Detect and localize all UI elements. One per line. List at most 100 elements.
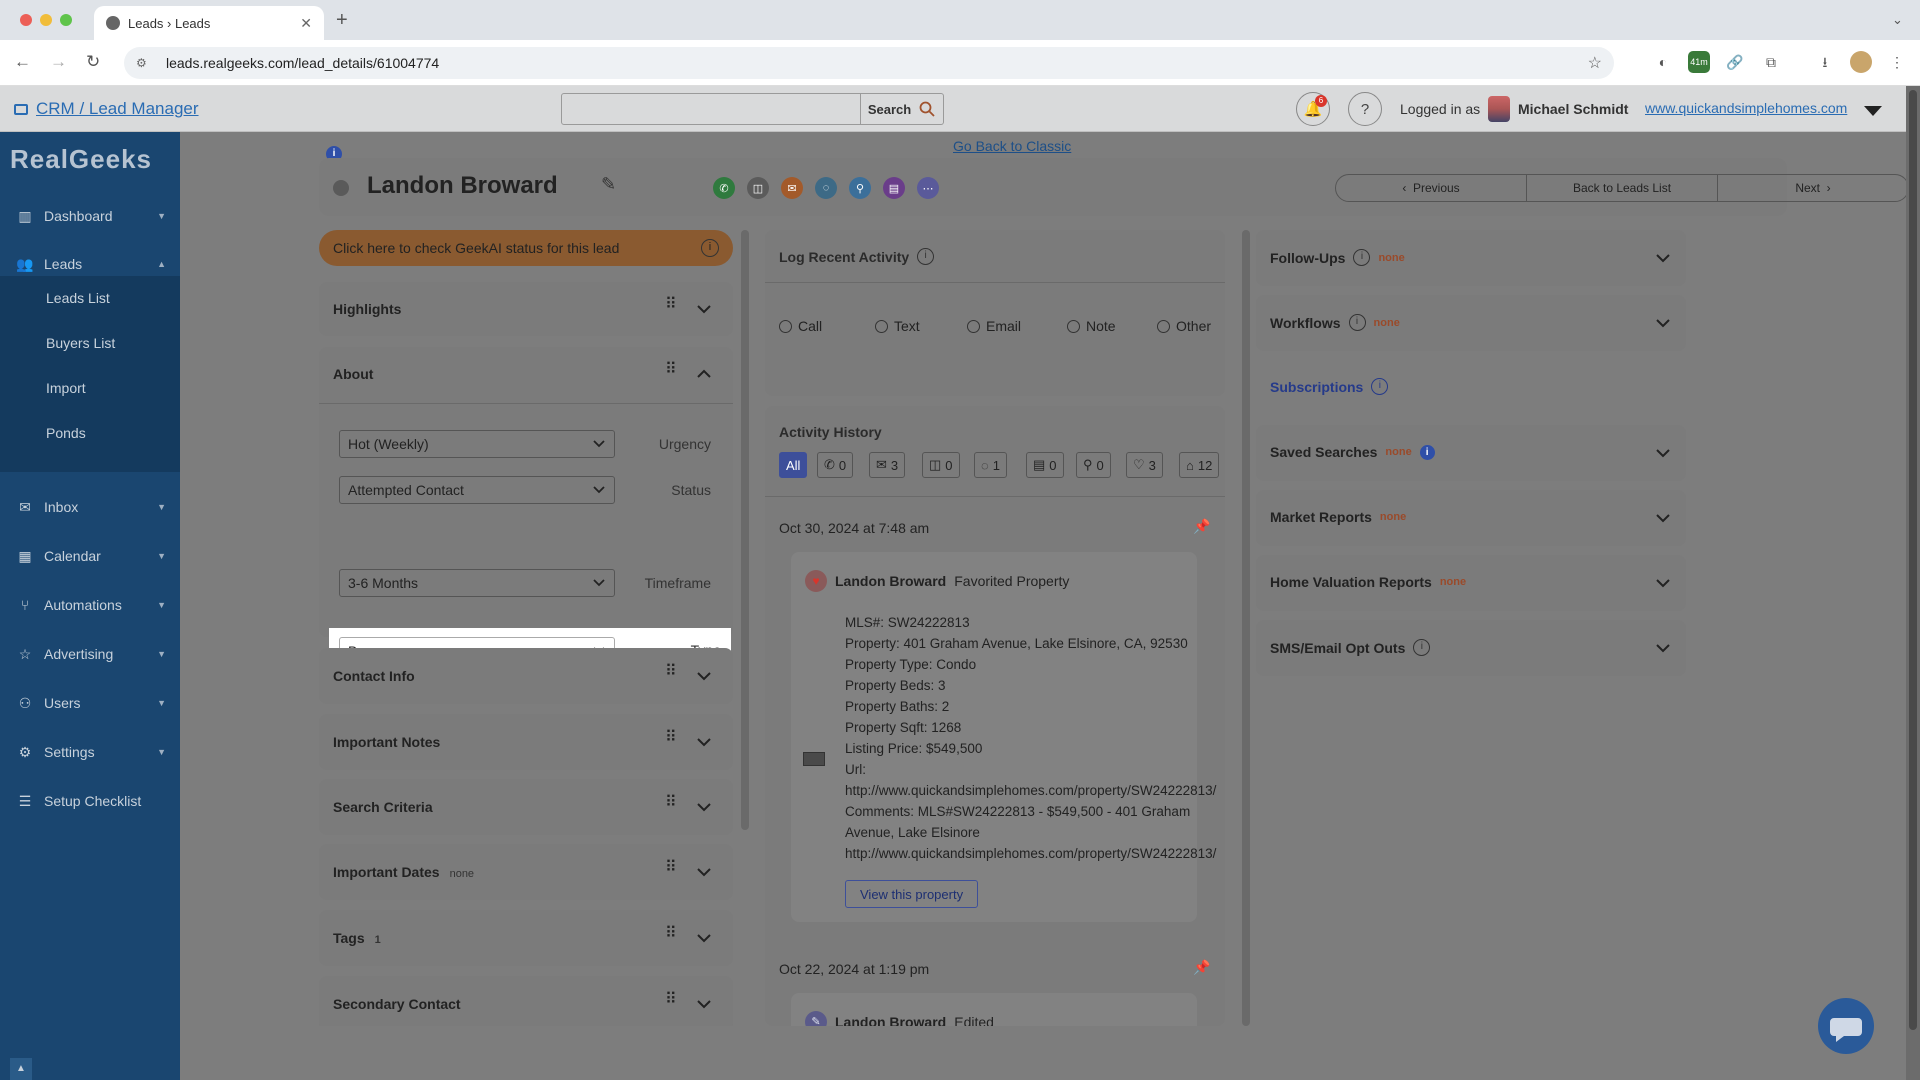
- filter-favorites[interactable]: ♡ 3: [1126, 452, 1163, 478]
- call-icon[interactable]: ✆: [713, 177, 735, 199]
- account-menu-caret-icon[interactable]: [1864, 106, 1882, 116]
- filter-emails[interactable]: ✉ 3: [869, 452, 906, 478]
- sidebar-item-users[interactable]: ⚇ Users ▼: [0, 679, 180, 727]
- info-icon[interactable]: i: [1371, 378, 1389, 395]
- link-extension-icon[interactable]: 🔗: [1724, 51, 1746, 73]
- go-back-to-classic-link[interactable]: Go Back to Classic: [953, 138, 1071, 154]
- chevron-down-icon[interactable]: [695, 798, 713, 816]
- chat-icon[interactable]: ◌: [815, 177, 837, 199]
- support-chat-button[interactable]: [1818, 998, 1874, 1054]
- sidebar-subitem-import[interactable]: Import: [46, 380, 86, 396]
- chevron-down-icon[interactable]: [1654, 574, 1672, 592]
- forward-arrow-icon[interactable]: →: [50, 52, 67, 72]
- radio-button[interactable]: [1067, 319, 1080, 333]
- sidebar-item-settings[interactable]: ⚙ Settings ▼: [0, 728, 180, 776]
- bookmark-star-icon[interactable]: ☆: [1588, 53, 1602, 73]
- chevron-down-icon[interactable]: [1654, 314, 1672, 332]
- sidebar-subitem-buyers-list[interactable]: Buyers List: [46, 335, 115, 351]
- sms-icon[interactable]: ◫: [747, 177, 769, 199]
- sidebar-item-advertising[interactable]: ☆ Advertising ▼: [0, 630, 180, 678]
- drag-handle-icon[interactable]: ⠿: [665, 362, 679, 385]
- important-notes-section[interactable]: Important Notes ⠿: [319, 714, 733, 770]
- search-property-icon[interactable]: ⚲: [849, 177, 871, 199]
- activity-scrollbar[interactable]: [1242, 230, 1250, 1026]
- view-property-button[interactable]: View this property: [845, 880, 979, 908]
- collapse-sidebar-button[interactable]: ▲: [10, 1058, 32, 1080]
- back-arrow-icon[interactable]: ←: [14, 52, 31, 72]
- contact-info-section[interactable]: Contact Info ⠿: [319, 648, 733, 704]
- chevron-down-icon[interactable]: [695, 863, 713, 881]
- filter-calls[interactable]: ✆ 0: [817, 452, 854, 478]
- workflows-section[interactable]: Workflows i none: [1256, 295, 1686, 351]
- tags-section[interactable]: Tags 1 ⠿: [319, 910, 733, 966]
- filter-documents[interactable]: ▤ 0: [1026, 452, 1064, 478]
- global-search-input[interactable]: [561, 93, 861, 125]
- radio-button[interactable]: [779, 319, 792, 333]
- market-reports-section[interactable]: Market Reports none: [1256, 490, 1686, 546]
- edit-lead-pencil-icon[interactable]: ✎: [601, 174, 616, 195]
- info-icon[interactable]: i: [1413, 639, 1431, 656]
- sidebar-item-calendar[interactable]: ▦ Calendar ▼: [0, 532, 180, 580]
- search-button[interactable]: Search: [860, 93, 944, 125]
- chevron-up-icon[interactable]: [695, 365, 713, 383]
- extension-timer-icon[interactable]: 41m: [1688, 51, 1710, 73]
- radio-button[interactable]: [967, 319, 980, 333]
- sidebar-item-setup-checklist[interactable]: ☰ Setup Checklist: [0, 777, 180, 825]
- minimize-window-button[interactable]: [40, 14, 52, 26]
- timeframe-select[interactable]: 3-6 Months: [339, 569, 615, 597]
- drag-handle-icon[interactable]: ⠿: [665, 297, 679, 320]
- sidebar-item-automations[interactable]: ⑂ Automations ▼: [0, 581, 180, 629]
- info-icon[interactable]: i: [701, 239, 719, 257]
- secondary-contact-section[interactable]: Secondary Contact ⠿: [319, 976, 733, 1026]
- page-scrollbar[interactable]: [1906, 86, 1920, 1080]
- download-icon[interactable]: ⭳: [1814, 51, 1836, 73]
- filter-texts[interactable]: ◫ 0: [922, 452, 960, 478]
- log-option-note[interactable]: Note: [1067, 318, 1116, 334]
- saved-searches-section[interactable]: Saved Searches none i: [1256, 425, 1686, 481]
- chevron-down-icon[interactable]: [1654, 509, 1672, 527]
- info-icon[interactable]: i: [1419, 444, 1435, 460]
- chevron-down-icon[interactable]: [1654, 639, 1672, 657]
- chevron-down-icon[interactable]: [695, 733, 713, 751]
- drag-handle-icon[interactable]: ⠿: [665, 860, 679, 883]
- more-actions-icon[interactable]: ⋯: [917, 177, 939, 199]
- tab-list-chevron-icon[interactable]: ⌄: [1892, 12, 1903, 28]
- profile-avatar[interactable]: [1850, 51, 1872, 73]
- drag-handle-icon[interactable]: ⠿: [665, 926, 679, 949]
- sidebar-subitem-leads-list[interactable]: Leads List: [46, 290, 110, 306]
- page-scrollbar-thumb[interactable]: [1909, 90, 1917, 1030]
- status-select[interactable]: Attempted Contact: [339, 476, 615, 504]
- close-tab-icon[interactable]: ✕: [300, 15, 312, 32]
- maximize-window-button[interactable]: [60, 14, 72, 26]
- browser-menu-icon[interactable]: ⋮: [1886, 51, 1908, 73]
- filter-searches[interactable]: ⚲ 0: [1076, 452, 1111, 478]
- reload-icon[interactable]: ↻: [86, 52, 100, 72]
- home-valuation-reports-section[interactable]: Home Valuation Reports none: [1256, 555, 1686, 611]
- drag-handle-icon[interactable]: ⠿: [665, 730, 679, 753]
- pin-icon[interactable]: 📌: [1193, 959, 1210, 976]
- radio-button[interactable]: [875, 319, 888, 333]
- drag-handle-icon[interactable]: ⠿: [665, 795, 679, 818]
- log-option-other[interactable]: Other: [1157, 318, 1211, 334]
- chevron-down-icon[interactable]: [1654, 249, 1672, 267]
- info-icon[interactable]: i: [917, 248, 935, 265]
- radio-button[interactable]: [1157, 319, 1170, 333]
- email-icon[interactable]: ✉: [781, 177, 803, 199]
- info-icon[interactable]: i: [1348, 314, 1366, 331]
- site-info-icon[interactable]: ⚙: [136, 56, 152, 70]
- search-criteria-section[interactable]: Search Criteria ⠿: [319, 779, 733, 835]
- filter-notes[interactable]: ◌ 1: [974, 452, 1007, 478]
- new-tab-button[interactable]: +: [336, 9, 348, 32]
- back-to-leads-list-button[interactable]: Back to Leads List: [1527, 175, 1718, 201]
- next-lead-button[interactable]: Next ›: [1718, 175, 1908, 201]
- log-option-text[interactable]: Text: [875, 318, 920, 334]
- info-icon[interactable]: i: [1353, 249, 1371, 266]
- chevron-down-icon[interactable]: [695, 300, 713, 318]
- subscriptions-link[interactable]: Subscriptions i: [1270, 378, 1389, 395]
- important-dates-section[interactable]: Important Dates none ⠿: [319, 844, 733, 900]
- chevron-down-icon[interactable]: [695, 995, 713, 1013]
- previous-lead-button[interactable]: ‹ Previous: [1336, 175, 1527, 201]
- chevron-down-icon[interactable]: [695, 929, 713, 947]
- sms-email-opt-outs-section[interactable]: SMS/Email Opt Outs i: [1256, 620, 1686, 676]
- address-bar[interactable]: ⚙ leads.realgeeks.com/lead_details/61004…: [124, 47, 1614, 79]
